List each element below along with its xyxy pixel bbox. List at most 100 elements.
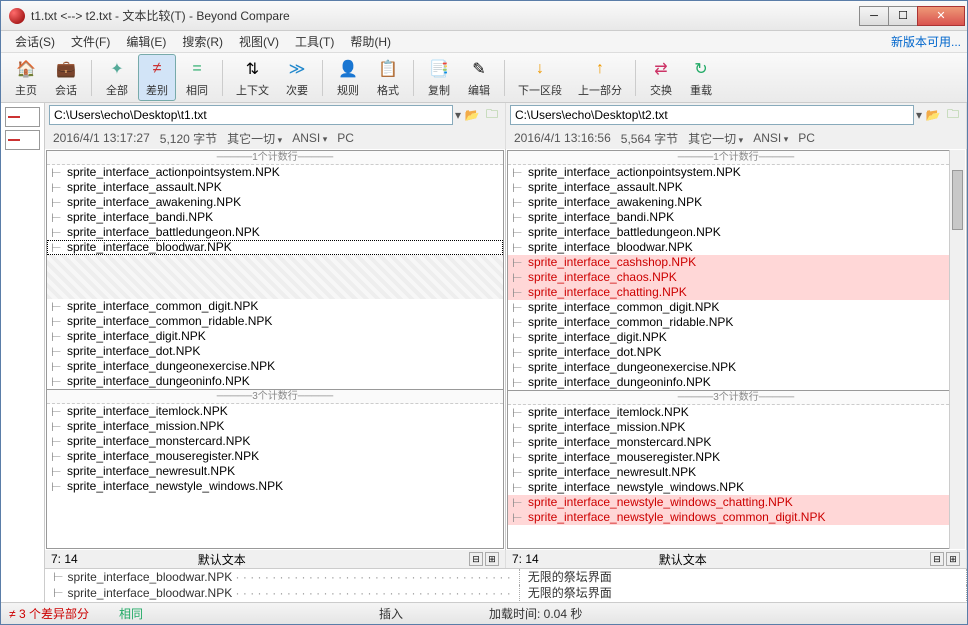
left-encoding-dropdown[interactable]: ANSI (292, 131, 327, 145)
minimize-button[interactable]: ─ (859, 6, 889, 26)
next-section-button[interactable]: ↓下一区段 (511, 54, 569, 101)
open-file-icon[interactable]: 📂 (463, 106, 481, 124)
code-line[interactable]: ⊢ sprite_interface_chatting.NPK (508, 285, 964, 300)
edit-button[interactable]: ✎编辑 (460, 54, 498, 101)
code-line[interactable]: ⊢ sprite_interface_monstercard.NPK (47, 434, 503, 449)
code-line[interactable]: ⊢ sprite_interface_actionpointsystem.NPK (508, 165, 964, 180)
code-line[interactable]: ⊢ sprite_interface_dungeoninfo.NPK (508, 375, 964, 390)
minor-button[interactable]: ≫次要 (278, 54, 316, 101)
code-line[interactable]: ⊢ sprite_interface_itemlock.NPK (47, 404, 503, 419)
code-line[interactable]: ⊢ sprite_interface_assault.NPK (47, 180, 503, 195)
code-line[interactable]: ⊢ sprite_interface_dungeonexercise.NPK (508, 360, 964, 375)
code-line[interactable]: ⊢ sprite_interface_itemlock.NPK (508, 405, 964, 420)
code-line[interactable]: ⊢ sprite_interface_bloodwar.NPK (47, 240, 503, 255)
code-line[interactable]: ⊢ sprite_interface_dot.NPK (508, 345, 964, 360)
format-button[interactable]: 📋格式 (369, 54, 407, 101)
status-insert: 插入 (379, 605, 459, 622)
update-link[interactable]: 新版本可用... (891, 33, 961, 50)
copy-button[interactable]: 📑复制 (420, 54, 458, 101)
menu-edit[interactable]: 编辑(E) (118, 31, 174, 52)
code-line[interactable]: ⊢ sprite_interface_awakening.NPK (47, 195, 503, 210)
menu-tools[interactable]: 工具(T) (287, 31, 342, 52)
code-line[interactable]: ⊢ sprite_interface_dungeonexercise.NPK (47, 359, 503, 374)
code-line[interactable]: ⊢ sprite_interface_dungeoninfo.NPK (47, 374, 503, 389)
rules-button[interactable]: 👤规则 (329, 54, 367, 101)
code-line[interactable]: ⊢ sprite_interface_chaos.NPK (508, 270, 964, 285)
code-line[interactable]: ⊢ sprite_interface_actionpointsystem.NPK (47, 165, 503, 180)
home-button[interactable]: 🏠主页 (7, 54, 45, 101)
sessions-button[interactable]: 💼会话 (47, 54, 85, 101)
code-line[interactable]: ⊢ sprite_interface_battledungeon.NPK (47, 225, 503, 240)
referee-icon: 👤 (336, 57, 360, 81)
close-button[interactable]: ✕ (917, 6, 965, 26)
right-pane[interactable]: ─────1个计数行─────⊢ sprite_interface_action… (506, 149, 967, 550)
code-line[interactable]: ⊢ sprite_interface_common_digit.NPK (47, 299, 503, 314)
overview-thumb[interactable] (5, 130, 40, 150)
code-line[interactable]: ⊢ sprite_interface_mission.NPK (47, 419, 503, 434)
scrollbar[interactable] (949, 150, 965, 549)
left-date: 2016/4/1 13:17:27 (53, 131, 150, 145)
code-line[interactable]: ⊢ sprite_interface_assault.NPK (508, 180, 964, 195)
right-encoding-dropdown[interactable]: ANSI (753, 131, 788, 145)
left-pane[interactable]: ─────1个计数行─────⊢ sprite_interface_action… (45, 149, 506, 550)
same-button[interactable]: =相同 (178, 54, 216, 101)
maximize-button[interactable]: ☐ (888, 6, 918, 26)
left-misc-dropdown[interactable]: 其它一切 (227, 130, 282, 147)
menu-session[interactable]: 会话(S) (7, 31, 63, 52)
swap-button[interactable]: ⇄交换 (642, 54, 680, 101)
code-line[interactable]: ⊢ sprite_interface_dot.NPK (47, 344, 503, 359)
code-line[interactable]: ⊢ sprite_interface_newstyle_windows.NPK (47, 479, 503, 494)
menu-search[interactable]: 搜索(R) (174, 31, 231, 52)
reload-icon: ↻ (689, 57, 713, 81)
all-button[interactable]: ✦全部 (98, 54, 136, 101)
code-line[interactable]: ⊢ sprite_interface_digit.NPK (508, 330, 964, 345)
code-line[interactable]: ⊢ sprite_interface_newresult.NPK (47, 464, 503, 479)
prev-section-button[interactable]: ↑上一部分 (571, 54, 629, 101)
menu-view[interactable]: 视图(V) (231, 31, 287, 52)
section-separator: ─────1个计数行───── (508, 151, 964, 165)
expand-icon[interactable]: ⊞ (946, 552, 960, 566)
code-line[interactable]: ⊢ sprite_interface_mouseregister.NPK (47, 449, 503, 464)
code-line[interactable]: ⊢ sprite_interface_battledungeon.NPK (508, 225, 964, 240)
collapse-icon[interactable]: ⊟ (469, 552, 483, 566)
code-line[interactable]: ⬅⊢ sprite_interface_newstyle_windows_cha… (508, 495, 964, 510)
briefcase-icon: 💼 (54, 57, 78, 81)
status-same: 相同 (119, 605, 199, 622)
right-misc-dropdown[interactable]: 其它一切 (688, 130, 743, 147)
code-line[interactable]: ⊢ sprite_interface_mouseregister.NPK (508, 450, 964, 465)
code-line[interactable]: ⊢ sprite_interface_digit.NPK (47, 329, 503, 344)
code-line[interactable]: ⊢ sprite_interface_monstercard.NPK (508, 435, 964, 450)
status-diff: ≠ 3 个差异部分 (9, 605, 89, 622)
left-path-input[interactable] (49, 105, 453, 125)
code-line[interactable]: ⊢ sprite_interface_mission.NPK (508, 420, 964, 435)
code-line[interactable]: ⬅⊢ sprite_interface_cashshop.NPK (508, 255, 964, 270)
browse-icon[interactable]: 🗀 (483, 106, 501, 124)
right-size: 5,564 字节 (621, 130, 678, 147)
right-path-input[interactable] (510, 105, 914, 125)
browse-icon[interactable]: 🗀 (944, 106, 962, 124)
code-line[interactable]: ⊢ sprite_interface_newresult.NPK (508, 465, 964, 480)
code-line[interactable]: ⊢ sprite_interface_common_ridable.NPK (508, 315, 964, 330)
code-line[interactable]: ⊢ sprite_interface_newstyle_windows.NPK (508, 480, 964, 495)
context-button[interactable]: ⇅上下文 (229, 54, 276, 101)
dropdown-icon[interactable]: ▾ (455, 108, 461, 122)
overview-thumb[interactable] (5, 107, 40, 127)
code-line[interactable]: ⊢ sprite_interface_bandi.NPK (47, 210, 503, 225)
equal-icon: = (185, 57, 209, 81)
code-line[interactable]: ⊢ sprite_interface_common_digit.NPK (508, 300, 964, 315)
code-line[interactable]: ⊢ sprite_interface_newstyle_windows_comm… (508, 510, 964, 525)
open-file-icon[interactable]: 📂 (924, 106, 942, 124)
expand-icon[interactable]: ⊞ (485, 552, 499, 566)
left-mode: 默认文本 (198, 551, 246, 568)
dropdown-icon[interactable]: ▾ (916, 108, 922, 122)
reload-button[interactable]: ↻重载 (682, 54, 720, 101)
code-line[interactable]: ⊢ sprite_interface_bandi.NPK (508, 210, 964, 225)
collapse-icon[interactable]: ⊟ (930, 552, 944, 566)
menu-file[interactable]: 文件(F) (63, 31, 118, 52)
code-line[interactable]: ⊢ sprite_interface_common_ridable.NPK (47, 314, 503, 329)
diff-button[interactable]: ≠差别 (138, 54, 176, 101)
menu-help[interactable]: 帮助(H) (342, 31, 399, 52)
code-line[interactable]: ⊢ sprite_interface_bloodwar.NPK (508, 240, 964, 255)
code-line[interactable]: ⊢ sprite_interface_awakening.NPK (508, 195, 964, 210)
separator (222, 60, 223, 96)
